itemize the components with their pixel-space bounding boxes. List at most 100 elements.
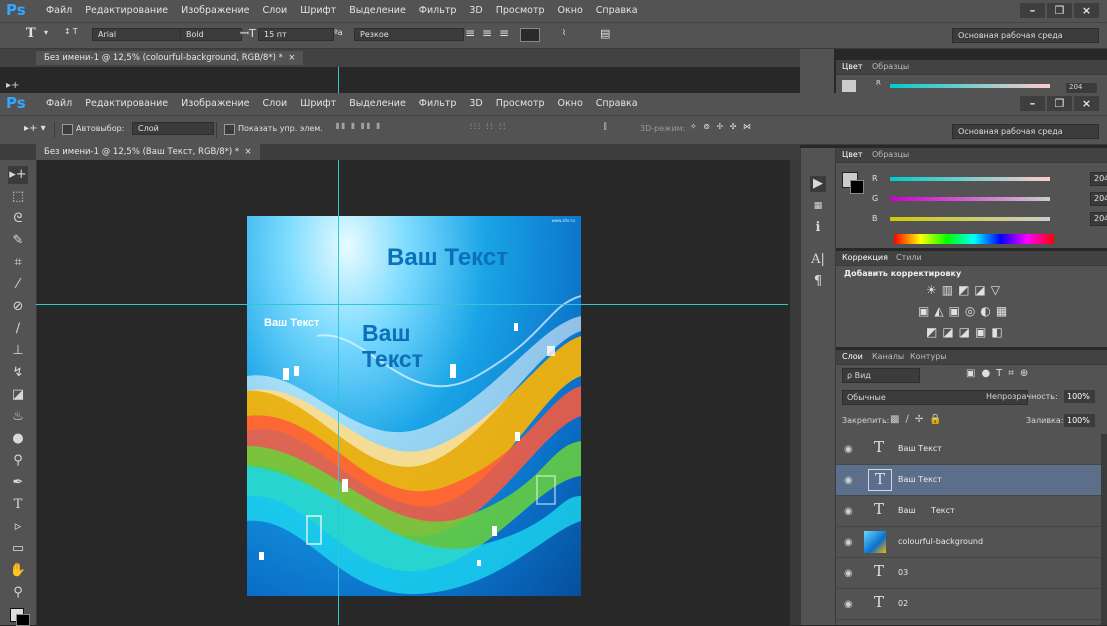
crop-tool-icon[interactable]: ⌗ xyxy=(8,254,28,272)
r-value[interactable]: 204 xyxy=(1090,172,1107,186)
document-canvas[interactable]: Ваш Текст Ваш Текст Ваш Текст www.site.r… xyxy=(247,216,581,596)
r-gradient[interactable] xyxy=(890,177,1050,181)
layer-row[interactable]: ◉ T Ваш Текст xyxy=(836,434,1101,465)
restore-button[interactable]: ❐ xyxy=(1047,3,1072,18)
properties-icon[interactable]: ▦ xyxy=(810,198,826,214)
menu-filter[interactable]: Фильтр xyxy=(419,98,457,109)
back-r-slider[interactable] xyxy=(890,84,1050,88)
menu-view[interactable]: Просмотр xyxy=(496,5,545,16)
align-icons[interactable]: ⫴⫴ ⫴ ⫴⫴ ⫴ xyxy=(336,122,382,132)
b-value[interactable]: 204 xyxy=(1090,212,1107,226)
move-tool-icon[interactable]: ▸+ ▾ xyxy=(24,123,46,134)
healing-tool-icon[interactable]: ⊘ xyxy=(8,298,28,316)
paragraph-icon[interactable]: ¶ xyxy=(810,274,826,290)
layers-scrollbar[interactable] xyxy=(1101,434,1107,625)
lasso-tool-icon[interactable]: ᘓ xyxy=(8,210,28,228)
canvas-text-small[interactable]: Ваш Текст xyxy=(264,317,319,329)
restore-button[interactable]: ❐ xyxy=(1047,96,1072,111)
shape-tool-icon[interactable]: ▭ xyxy=(8,540,28,558)
menu-3d[interactable]: 3D xyxy=(469,5,482,16)
antialias-select[interactable]: Резкое xyxy=(354,28,464,41)
workspace-select[interactable]: Основная рабочая среда xyxy=(952,124,1099,139)
minimize-button[interactable]: – xyxy=(1020,3,1045,18)
tab-color[interactable]: Цвет xyxy=(842,150,863,159)
tab-styles[interactable]: Стили xyxy=(896,253,922,262)
autoselect-checkbox[interactable] xyxy=(62,124,73,135)
menu-edit[interactable]: Редактирование xyxy=(85,5,168,16)
layer-filter-select[interactable]: ρ Вид xyxy=(842,368,920,383)
font-size-select[interactable]: 15 пт xyxy=(258,28,334,41)
menu-edit[interactable]: Редактирование xyxy=(85,98,168,109)
zoom-tool-icon[interactable]: ⚲ xyxy=(8,584,28,602)
character-panel-icon[interactable]: ▤ xyxy=(600,27,610,40)
path-select-tool-icon[interactable]: ▹ xyxy=(8,518,28,536)
tab-swatches[interactable]: Образцы xyxy=(872,150,909,159)
auto-align-icon[interactable]: ⫿ xyxy=(604,122,609,132)
canvas-scrollbar[interactable] xyxy=(790,160,800,625)
orientation-icon[interactable]: ↕T xyxy=(64,27,80,36)
layer-row[interactable]: ◉ T 02 xyxy=(836,589,1101,620)
close-button[interactable]: × xyxy=(1074,3,1099,18)
color-spectrum[interactable] xyxy=(894,234,1054,244)
background-color-swatch[interactable] xyxy=(16,614,30,626)
align-right-icon[interactable]: ≡ xyxy=(499,26,509,40)
layer-row[interactable]: ◉ colourful-background xyxy=(836,527,1101,558)
hand-tool-icon[interactable]: ✋ xyxy=(8,562,28,580)
visibility-eye-icon[interactable]: ◉ xyxy=(844,475,853,486)
menu-window[interactable]: Окно xyxy=(558,98,583,109)
tab-channels[interactable]: Каналы xyxy=(872,352,904,361)
show-transform-checkbox[interactable] xyxy=(224,124,235,135)
back-fg-swatch[interactable] xyxy=(842,80,856,92)
eraser-tool-icon[interactable]: ◪ xyxy=(8,386,28,404)
back-move-tool-icon[interactable]: ▸+ xyxy=(6,80,19,91)
b-gradient[interactable] xyxy=(890,217,1050,221)
menu-select[interactable]: Выделение xyxy=(349,98,406,109)
tab-layers[interactable]: Слои xyxy=(842,352,863,361)
vertical-guide[interactable] xyxy=(338,160,339,625)
layer-row[interactable]: ◉ T Ваш Текст xyxy=(836,496,1101,527)
tab-adjustments[interactable]: Коррекция xyxy=(842,253,888,262)
back-tab-swatches[interactable]: Образцы xyxy=(872,62,909,71)
type-tool-icon[interactable]: T xyxy=(26,26,36,41)
menu-help[interactable]: Справка xyxy=(596,98,638,109)
fill-value[interactable]: 100% xyxy=(1064,414,1095,427)
align-center-icon[interactable]: ≡ xyxy=(482,26,492,40)
adjustment-icons-row-3[interactable]: ◩◪◪▣◧ xyxy=(926,325,1008,339)
menu-file[interactable]: Файл xyxy=(46,5,72,16)
dodge-tool-icon[interactable]: ⚲ xyxy=(8,452,28,470)
menu-image[interactable]: Изображение xyxy=(181,98,249,109)
visibility-eye-icon[interactable]: ◉ xyxy=(844,444,853,455)
blur-tool-icon[interactable]: ● xyxy=(8,430,28,448)
menu-select[interactable]: Выделение xyxy=(349,5,406,16)
visibility-eye-icon[interactable]: ◉ xyxy=(844,599,853,610)
back-workspace-select[interactable]: Основная рабочая среда xyxy=(952,28,1099,43)
minimize-button[interactable]: – xyxy=(1020,96,1045,111)
close-button[interactable]: × xyxy=(1074,96,1099,111)
visibility-eye-icon[interactable]: ◉ xyxy=(844,506,853,517)
horizontal-guide[interactable] xyxy=(36,304,788,305)
adjustment-icons-row-1[interactable]: ☀▥◩◪▽ xyxy=(926,283,1005,297)
back-tab-color[interactable]: Цвет xyxy=(842,62,863,71)
font-style-select[interactable]: Bold xyxy=(180,28,242,41)
menu-file[interactable]: Файл xyxy=(46,98,72,109)
menu-view[interactable]: Просмотр xyxy=(496,98,545,109)
quick-select-tool-icon[interactable]: ✎ xyxy=(8,232,28,250)
play-icon[interactable]: ▶ xyxy=(810,176,826,192)
info-icon[interactable]: ℹ xyxy=(810,220,826,236)
marquee-tool-icon[interactable]: ⬚ xyxy=(8,188,28,206)
menu-type[interactable]: Шрифт xyxy=(300,5,336,16)
opacity-value[interactable]: 100% xyxy=(1064,390,1095,403)
tool-preset-arrow-icon[interactable]: ▾ xyxy=(44,28,48,37)
adjustment-icons-row-2[interactable]: ▣◭▣◎◐▦ xyxy=(918,304,1012,318)
back-r-value[interactable]: 204 xyxy=(1066,83,1097,93)
visibility-eye-icon[interactable]: ◉ xyxy=(844,537,853,548)
distribute-icons[interactable]: ⫶⫶⫶ ⫶⫶ ⫶⫶ xyxy=(470,122,507,132)
history-brush-icon[interactable]: ↯ xyxy=(8,364,28,382)
canvas-text-twoline[interactable]: Ваш Текст xyxy=(362,320,423,372)
menu-layers[interactable]: Слои xyxy=(262,98,287,109)
text-color-swatch[interactable] xyxy=(520,28,540,42)
menu-help[interactable]: Справка xyxy=(596,5,638,16)
menu-filter[interactable]: Фильтр xyxy=(419,5,457,16)
g-gradient[interactable] xyxy=(890,197,1050,201)
autoselect-select[interactable]: Слой xyxy=(132,122,214,135)
